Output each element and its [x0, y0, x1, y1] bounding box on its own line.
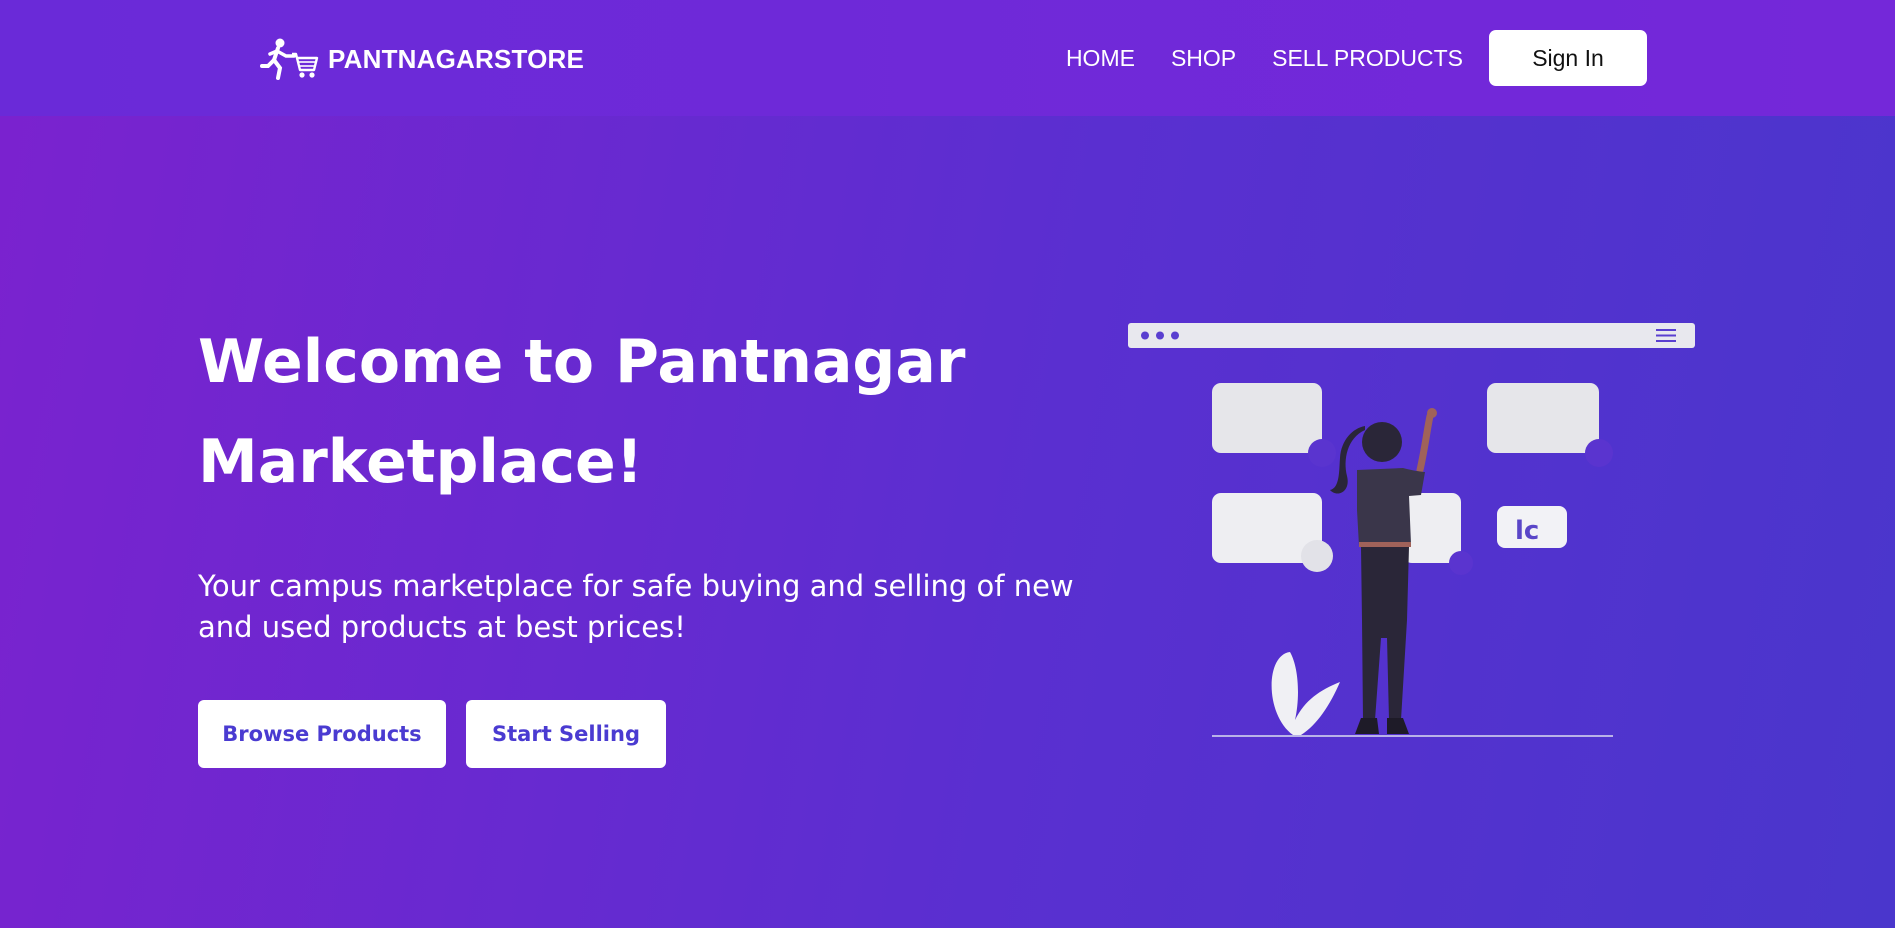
hero-subtitle: Your campus marketplace for safe buying … [198, 569, 1074, 644]
nav-shop-link[interactable]: SHOP [1171, 45, 1236, 72]
browse-products-button[interactable]: Browse Products [198, 700, 446, 768]
brand-logo-link[interactable]: PANTNAGARSTORE [256, 36, 584, 82]
nav-sell-products-link[interactable]: SELL PRODUCTS [1272, 45, 1463, 72]
start-selling-button[interactable]: Start Selling [466, 700, 666, 768]
navbar: PANTNAGARSTORE HOME SHOP SELL PRODUCTS S… [0, 0, 1895, 116]
main-nav: HOME SHOP SELL PRODUCTS Sign In [1066, 0, 1895, 116]
hero-title: Welcome to Pantnagar Marketplace! [198, 327, 966, 497]
running-shopper-cart-icon [260, 38, 319, 80]
woman-with-content-cards-illustration: lc [1128, 323, 1695, 737]
brand-name: PANTNAGARSTORE [328, 43, 585, 74]
sign-in-button[interactable]: Sign In [1489, 30, 1647, 86]
nav-home-link[interactable]: HOME [1066, 45, 1135, 72]
svg-text:lc: lc [1515, 516, 1539, 546]
